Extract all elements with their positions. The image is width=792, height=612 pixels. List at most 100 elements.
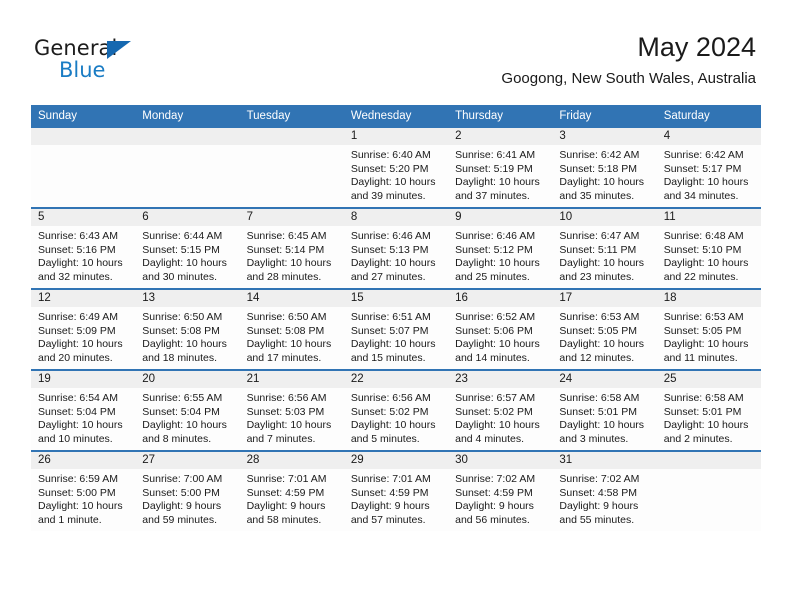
daylight-text-line1: Daylight: 10 hours — [455, 419, 540, 432]
sunrise-text: Sunrise: 7:02 AM — [559, 473, 640, 485]
daylight-text-line1: Daylight: 10 hours — [559, 419, 645, 432]
calendar-day-cell[interactable]: 15 Sunrise: 6:51 AM Sunset: 5:07 PM Dayligh… — [343, 288, 449, 370]
calendar-day-cell[interactable]: 16 Sunrise: 6:52 AM Sunset: 5:06 PM Dayligh… — [448, 288, 553, 370]
calendar-day-cell[interactable]: 13 Sunrise: 6:50 AM Sunset: 5:08 PM Dayligh… — [135, 288, 240, 370]
calendar-day-cell[interactable]: 18 Sunrise: 6:53 AM Sunset: 5:05 PM Dayligh… — [656, 288, 761, 370]
calendar-week-row: 12 Sunrise: 6:49 AM Sunset: 5:09 PM Dayligh… — [31, 288, 761, 370]
calendar-day-cell[interactable]: 5 Sunrise: 6:43 AM Sunset: 5:16 PM Daylight… — [31, 207, 136, 289]
daylight-text-line2: and 18 minutes. — [142, 351, 217, 364]
sunrise-text: Sunrise: 6:49 AM — [38, 311, 118, 323]
day-number: 16 — [448, 290, 553, 307]
day-details: Sunrise: 7:01 AM Sunset: 4:59 PM Daylight:… — [344, 469, 448, 527]
calendar-day-cell-empty — [239, 128, 344, 208]
daylight-text-line1: Daylight: 10 hours — [350, 338, 436, 351]
sunset-text: Sunset: 5:17 PM — [663, 162, 742, 175]
daylight-text-line1: Daylight: 10 hours — [663, 257, 749, 270]
day-number: 17 — [552, 290, 657, 307]
daylight-text-line2: and 30 minutes. — [142, 270, 217, 283]
calendar-day-cell[interactable]: 17 Sunrise: 6:53 AM Sunset: 5:05 PM Dayligh… — [552, 288, 657, 370]
weekday-header-tuesday: Tuesday — [239, 105, 344, 128]
calendar-day-cell[interactable]: 4 Sunrise: 6:42 AM Sunset: 5:17 PM Daylight… — [656, 128, 761, 208]
calendar-day-cell[interactable]: 22 Sunrise: 6:56 AM Sunset: 5:02 PM Dayligh… — [343, 369, 449, 451]
calendar-day-cell[interactable]: 2 Sunrise: 6:41 AM Sunset: 5:19 PM Daylight… — [448, 128, 553, 208]
calendar-day-cell[interactable]: 26 Sunrise: 6:59 AM Sunset: 5:00 PM Dayligh… — [31, 450, 136, 531]
day-number: 29 — [343, 452, 449, 469]
triangle-icon — [107, 41, 131, 59]
calendar-day-cell[interactable]: 19 Sunrise: 6:54 AM Sunset: 5:04 PM Dayligh… — [31, 369, 136, 451]
daylight-text-line2: and 25 minutes. — [455, 270, 530, 283]
sunset-text: Sunset: 5:16 PM — [38, 243, 116, 256]
daylight-text-line2: and 23 minutes. — [559, 270, 635, 283]
weekday-header-friday: Friday — [552, 105, 657, 128]
daylight-text-line2: and 22 minutes. — [663, 270, 739, 283]
calendar-day-cell[interactable]: 29 Sunrise: 7:01 AM Sunset: 4:59 PM Dayligh… — [343, 450, 449, 531]
calendar-day-cell[interactable]: 9 Sunrise: 6:46 AM Sunset: 5:12 PM Daylight… — [448, 207, 553, 289]
day-details: Sunrise: 6:41 AM Sunset: 5:19 PM Daylight:… — [448, 145, 552, 203]
daylight-text-line2: and 7 minutes. — [246, 432, 316, 445]
calendar-day-cell[interactable]: 14 Sunrise: 6:50 AM Sunset: 5:08 PM Dayligh… — [239, 288, 344, 370]
calendar-day-cell[interactable]: 11 Sunrise: 6:48 AM Sunset: 5:10 PM Dayligh… — [656, 207, 761, 289]
sunrise-text: Sunrise: 7:01 AM — [350, 473, 431, 485]
day-number: 23 — [448, 371, 553, 388]
sunset-text: Sunset: 5:08 PM — [142, 324, 220, 337]
daylight-text-line1: Daylight: 10 hours — [350, 176, 436, 189]
sunset-text: Sunset: 5:02 PM — [455, 405, 533, 418]
sunset-text: Sunset: 5:13 PM — [350, 243, 429, 256]
daylight-text-line1: Daylight: 10 hours — [246, 419, 332, 432]
sunrise-text: Sunrise: 6:45 AM — [246, 230, 327, 242]
calendar-day-cell[interactable]: 27 Sunrise: 7:00 AM Sunset: 5:00 PM Dayligh… — [135, 450, 240, 531]
brand-logo[interactable]: General Blue — [34, 38, 254, 84]
calendar-week-row: 19 Sunrise: 6:54 AM Sunset: 5:04 PM Dayligh… — [31, 369, 761, 451]
sunrise-text: Sunrise: 6:58 AM — [559, 392, 640, 404]
calendar-day-cell[interactable]: 23 Sunrise: 6:57 AM Sunset: 5:02 PM Dayligh… — [448, 369, 553, 451]
sunrise-text: Sunrise: 6:56 AM — [246, 392, 327, 404]
calendar-day-cell[interactable]: 3 Sunrise: 6:42 AM Sunset: 5:18 PM Daylight… — [552, 128, 657, 208]
calendar-day-cell[interactable]: 25 Sunrise: 6:58 AM Sunset: 5:01 PM Dayligh… — [656, 369, 761, 451]
day-number: 27 — [135, 452, 240, 469]
daylight-text-line1: Daylight: 10 hours — [663, 176, 749, 189]
sunrise-text: Sunrise: 6:46 AM — [455, 230, 536, 242]
calendar-day-cell[interactable]: 31 Sunrise: 7:02 AM Sunset: 4:58 PM Dayligh… — [552, 450, 657, 531]
sunset-text: Sunset: 5:04 PM — [142, 405, 220, 418]
calendar-day-cell[interactable]: 6 Sunrise: 6:44 AM Sunset: 5:15 PM Daylight… — [135, 207, 240, 289]
calendar-day-cell[interactable]: 12 Sunrise: 6:49 AM Sunset: 5:09 PM Dayligh… — [31, 288, 136, 370]
calendar-day-cell[interactable]: 8 Sunrise: 6:46 AM Sunset: 5:13 PM Daylight… — [343, 207, 449, 289]
calendar-day-cell[interactable]: 10 Sunrise: 6:47 AM Sunset: 5:11 PM Dayligh… — [552, 207, 657, 289]
day-details: Sunrise: 6:45 AM Sunset: 5:14 PM Daylight:… — [240, 226, 344, 284]
daylight-text-line1: Daylight: 10 hours — [38, 257, 123, 270]
day-number: 26 — [31, 452, 136, 469]
sunrise-text: Sunrise: 6:48 AM — [663, 230, 744, 242]
day-details: Sunrise: 6:52 AM Sunset: 5:06 PM Daylight:… — [448, 307, 552, 365]
sunrise-text: Sunrise: 6:57 AM — [455, 392, 536, 404]
daylight-text-line1: Daylight: 9 hours — [455, 500, 534, 513]
day-details: Sunrise: 6:54 AM Sunset: 5:04 PM Daylight:… — [31, 388, 135, 446]
day-number: 9 — [448, 209, 553, 226]
sunrise-text: Sunrise: 6:58 AM — [663, 392, 744, 404]
daylight-text-line1: Daylight: 9 hours — [559, 500, 639, 513]
weekday-header-monday: Monday — [135, 105, 240, 128]
calendar-day-cell[interactable]: 20 Sunrise: 6:55 AM Sunset: 5:04 PM Dayligh… — [135, 369, 240, 451]
day-details: Sunrise: 7:02 AM Sunset: 4:58 PM Daylight:… — [552, 469, 656, 527]
calendar-day-cell[interactable]: 24 Sunrise: 6:58 AM Sunset: 5:01 PM Dayligh… — [552, 369, 657, 451]
sunset-text: Sunset: 5:00 PM — [142, 486, 220, 499]
calendar-day-cell[interactable]: 1 Sunrise: 6:40 AM Sunset: 5:20 PM Daylight… — [343, 128, 449, 208]
day-number: 11 — [656, 209, 761, 226]
daylight-text-line2: and 5 minutes. — [350, 432, 420, 445]
calendar-day-cell[interactable]: 30 Sunrise: 7:02 AM Sunset: 4:59 PM Dayligh… — [448, 450, 553, 531]
day-number: 1 — [343, 128, 449, 145]
daylight-text-line1: Daylight: 10 hours — [663, 338, 749, 351]
calendar-day-cell[interactable]: 7 Sunrise: 6:45 AM Sunset: 5:14 PM Daylight… — [239, 207, 344, 289]
calendar-day-cell[interactable]: 28 Sunrise: 7:01 AM Sunset: 4:59 PM Dayligh… — [239, 450, 344, 531]
sunset-text: Sunset: 5:10 PM — [663, 243, 742, 256]
daylight-text-line2: and 1 minute. — [38, 513, 102, 526]
calendar-day-cell[interactable]: 21 Sunrise: 6:56 AM Sunset: 5:03 PM Dayligh… — [239, 369, 344, 451]
day-number: 3 — [552, 128, 657, 145]
day-details: Sunrise: 6:42 AM Sunset: 5:18 PM Daylight:… — [552, 145, 656, 203]
daylight-text-line1: Daylight: 10 hours — [142, 338, 227, 351]
daylight-text-line2: and 27 minutes. — [350, 270, 426, 283]
daylight-text-line2: and 15 minutes. — [350, 351, 426, 364]
calendar-week-row: 5 Sunrise: 6:43 AM Sunset: 5:16 PM Daylight… — [31, 207, 761, 289]
sunrise-text: Sunrise: 6:55 AM — [142, 392, 223, 404]
sunset-text: Sunset: 5:04 PM — [38, 405, 116, 418]
page-header: General Blue May 2024 Googong, New South… — [0, 0, 792, 100]
